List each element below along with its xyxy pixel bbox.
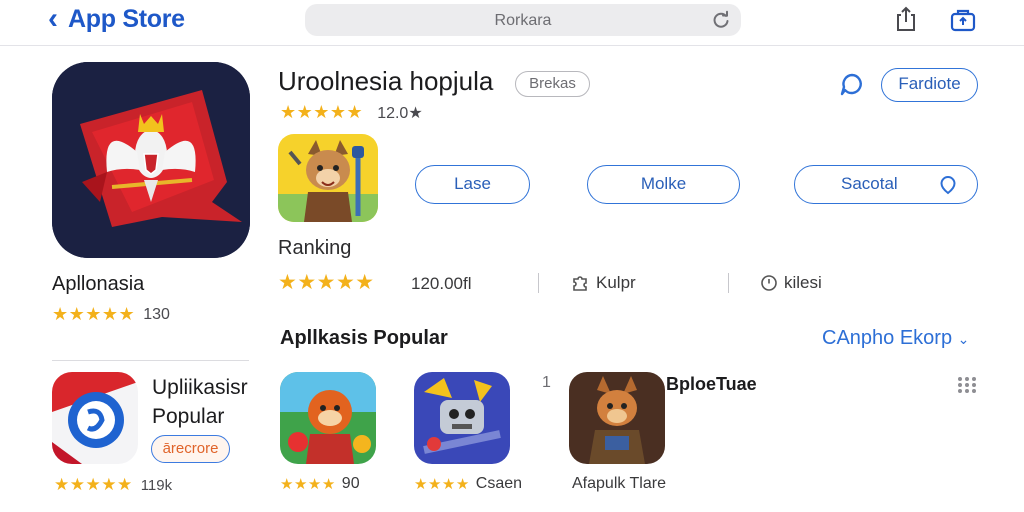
popular-app-3-caption: Afapulk Tlare — [572, 475, 666, 493]
popular-app-3-name: BploeTuae — [666, 374, 757, 394]
left-list-get-button[interactable]: ārecrore — [151, 435, 230, 463]
popular-app-tile-1[interactable] — [280, 372, 376, 464]
app-store-page: ‹ App Store Rorkara Apllonasia ★★★★★ 130… — [0, 0, 1024, 512]
popular-app-2-caption: ★★★★ Csaen — [414, 475, 522, 493]
meta-item-1: Kulpr — [570, 273, 636, 293]
popular-section-title: Apllkasis Popular — [280, 327, 448, 349]
ranking-label: Ranking — [278, 237, 352, 259]
ranking-row: ★★★★★ 120.00fl Kulpr kilesi — [278, 270, 978, 298]
search-text: Rorkara — [494, 12, 552, 29]
separator — [728, 273, 729, 293]
hero-stars: ★★★★★ — [52, 304, 136, 324]
hero-rating-value: 130 — [143, 305, 170, 323]
ranking-value: 120.00fl — [411, 274, 472, 293]
meta-item-1-label: Kulpr — [596, 273, 636, 292]
separator — [538, 273, 539, 293]
action-button-3[interactable]: Sacotal — [794, 165, 978, 204]
chat-icon[interactable] — [838, 70, 866, 98]
left-list-rating-value: 119k — [140, 476, 173, 494]
action-button-1[interactable]: Lase — [415, 165, 530, 204]
left-divider — [52, 360, 249, 361]
popular-index: 1 — [542, 374, 551, 391]
popular-see-all-label: CAnpho Ekorp — [822, 327, 953, 349]
action-button-2[interactable]: Molke — [587, 165, 740, 204]
title-rating-count: 12.0★ — [377, 104, 423, 122]
ranking-stars: ★★★★★ — [278, 271, 375, 294]
title-stars: ★★★★★ — [280, 102, 364, 122]
title-rating: ★★★★★ 12.0★ — [280, 102, 423, 123]
popular-app-1-rating: 90 — [341, 475, 360, 492]
popular-app-2-label: Csaen — [475, 475, 523, 492]
back-label: App Store — [68, 4, 185, 33]
character-app-icon[interactable] — [278, 134, 378, 222]
more-grid-icon[interactable] — [957, 376, 977, 394]
clock-icon — [761, 275, 777, 291]
location-pin-icon — [940, 175, 956, 195]
popular-see-all-link[interactable]: CAnpho Ekorp ⌄ — [822, 327, 969, 350]
search-field[interactable]: Rorkara — [305, 4, 741, 36]
left-list-stars: ★★★★★ — [54, 475, 133, 494]
puzzle-icon — [573, 276, 587, 291]
left-list-title: Upliikasisr Popular — [152, 373, 248, 431]
tabs-icon[interactable] — [949, 6, 977, 32]
back-button[interactable]: ‹ App Store — [48, 4, 185, 34]
popular-app-2-stars: ★★★★ — [414, 476, 470, 493]
hero-rating: ★★★★★ 130 — [52, 304, 170, 325]
popular-app-1-caption: ★★★★ 90 — [280, 475, 360, 493]
chevron-left-icon: ‹ — [48, 2, 58, 35]
category-badge: Brekas — [515, 71, 590, 97]
share-icon[interactable] — [894, 6, 918, 32]
hero-app-icon[interactable] — [52, 62, 250, 258]
top-bar: ‹ App Store Rorkara — [0, 0, 1024, 46]
left-list-title-line1: Upliikasisr — [152, 376, 248, 399]
app-title: Uroolnesia hopjula — [278, 66, 494, 96]
action-button-3-label: Sacotal — [841, 174, 898, 193]
left-list-app-icon[interactable] — [52, 372, 138, 464]
left-list-rating: ★★★★★ 119k — [54, 475, 172, 495]
hero-app-name: Apllonasia — [52, 273, 145, 295]
chevron-down-icon: ⌄ — [957, 331, 970, 347]
popular-app-tile-3[interactable] — [569, 372, 665, 464]
meta-item-2: kilesi — [760, 273, 822, 293]
left-list-title-line2: Popular — [152, 405, 225, 428]
meta-item-2-label: kilesi — [784, 273, 822, 292]
popular-app-tile-2[interactable] — [414, 372, 510, 464]
popular-app-1-stars: ★★★★ — [280, 476, 336, 493]
popular-app-3-label: Afapulk Tlare — [572, 475, 666, 492]
favorite-button[interactable]: Fardiote — [881, 68, 978, 102]
reload-icon[interactable] — [711, 10, 731, 30]
